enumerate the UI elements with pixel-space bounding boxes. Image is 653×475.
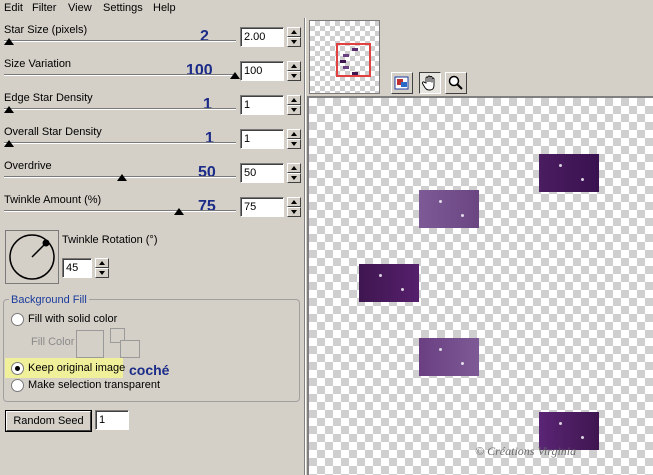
purple-tile: [359, 264, 419, 302]
param-row: Overdrive 50 50: [0, 160, 305, 194]
param-annotation: 2: [200, 28, 209, 45]
rotation-spinner[interactable]: [95, 258, 109, 278]
make-transparent-label: Make selection transparent: [28, 379, 161, 391]
param-annotation: 1: [203, 96, 212, 113]
param-annotation: 50: [198, 164, 216, 181]
param-spinner[interactable]: [287, 197, 301, 217]
menu-edit[interactable]: Edit: [4, 2, 23, 14]
purple-tile: [419, 190, 479, 228]
param-annotation: 75: [198, 198, 216, 215]
magnifier-icon: [448, 75, 463, 90]
zoom-tool-button[interactable]: [445, 72, 467, 94]
param-row: Edge Star Density 1 1: [0, 92, 305, 126]
fill-solid-label: Fill with solid color: [28, 313, 118, 325]
spin-up-button[interactable]: [287, 61, 301, 71]
param-value-input[interactable]: 1: [240, 95, 284, 115]
param-spinner[interactable]: [287, 61, 301, 81]
param-row: Size Variation 100 100: [0, 58, 305, 92]
param-annotation: 1: [205, 130, 214, 147]
param-spinner[interactable]: [287, 163, 301, 183]
preview-canvas[interactable]: © Créations Virginia: [307, 96, 653, 475]
param-label: Twinkle Amount (%): [4, 194, 102, 206]
param-value-input[interactable]: 75: [240, 197, 284, 217]
param-slider-thumb[interactable]: [4, 140, 14, 147]
dial-icon: [9, 234, 55, 280]
random-seed-button[interactable]: Random Seed: [6, 411, 91, 431]
panel-divider: [304, 18, 306, 475]
param-spinner[interactable]: [287, 129, 301, 149]
menu-filter[interactable]: Filter: [32, 2, 56, 14]
rotation-input[interactable]: 45: [62, 258, 92, 278]
spin-down-button[interactable]: [287, 71, 301, 81]
spin-up-button[interactable]: [287, 129, 301, 139]
param-slider-thumb[interactable]: [4, 106, 14, 113]
param-label: Overall Star Density: [4, 126, 102, 138]
pan-tool-button[interactable]: [419, 72, 441, 94]
param-slider-thumb[interactable]: [173, 208, 184, 215]
param-slider-track[interactable]: [4, 74, 236, 76]
param-label: Overdrive: [4, 160, 52, 172]
spin-down-button[interactable]: [287, 173, 301, 183]
param-value-input[interactable]: 100: [240, 61, 284, 81]
make-transparent-radio[interactable]: [11, 379, 24, 392]
spin-up-button[interactable]: [287, 197, 301, 207]
spin-up-button[interactable]: [287, 27, 301, 37]
param-label: Size Variation: [4, 58, 72, 70]
spin-up-button[interactable]: [287, 95, 301, 105]
keep-original-radio[interactable]: [11, 362, 24, 375]
param-slider-track[interactable]: [4, 142, 236, 144]
param-row: Star Size (pixels) 2 2.00: [0, 24, 305, 58]
menu-view[interactable]: View: [68, 2, 92, 14]
rotation-label: Twinkle Rotation (°): [62, 234, 158, 246]
background-fill-title: Background Fill: [9, 294, 89, 306]
menu-bar: Edit Filter View Settings Help: [0, 0, 653, 18]
purple-tile: [539, 154, 599, 192]
purple-tile: [419, 338, 479, 376]
param-value-input[interactable]: 2.00: [240, 27, 284, 47]
param-slider-track[interactable]: [4, 210, 236, 212]
param-slider-track[interactable]: [4, 108, 236, 110]
param-slider-thumb[interactable]: [117, 174, 127, 181]
keep-original-annotation: coché: [129, 362, 170, 378]
param-row: Twinkle Amount (%) 75 75: [0, 194, 305, 228]
preview-icon: [394, 76, 409, 90]
spin-up-button[interactable]: [287, 163, 301, 173]
param-row: Overall Star Density 1 1: [0, 126, 305, 160]
spin-down-button[interactable]: [287, 37, 301, 47]
rotation-dial[interactable]: [5, 230, 59, 284]
spin-down-button[interactable]: [287, 139, 301, 149]
param-value-input[interactable]: 50: [240, 163, 284, 183]
spin-up-button[interactable]: [95, 258, 109, 268]
spin-down-button[interactable]: [95, 268, 109, 278]
navigator-thumbnail[interactable]: [309, 20, 380, 94]
hand-icon: [421, 75, 435, 91]
fill-color-swatch[interactable]: [76, 330, 104, 358]
menu-help[interactable]: Help: [153, 2, 176, 14]
param-label: Star Size (pixels): [4, 24, 88, 36]
watermark: © Créations Virginia: [475, 444, 577, 458]
param-label: Edge Star Density: [4, 92, 93, 104]
spin-down-button[interactable]: [287, 105, 301, 115]
param-spinner[interactable]: [287, 95, 301, 115]
menu-settings[interactable]: Settings: [103, 2, 143, 14]
param-value-input[interactable]: 1: [240, 129, 284, 149]
param-slider-thumb[interactable]: [230, 72, 240, 79]
preview-toggle-button[interactable]: [391, 72, 413, 94]
fill-color-swatch-back: [120, 340, 140, 358]
param-slider-track[interactable]: [4, 40, 236, 42]
param-slider-thumb[interactable]: [4, 38, 14, 45]
random-seed-input[interactable]: 1: [95, 410, 129, 430]
fill-color-label: Fill Color: [31, 336, 75, 348]
spin-down-button[interactable]: [287, 207, 301, 217]
param-annotation: 100: [186, 62, 213, 79]
fill-solid-radio[interactable]: [11, 313, 24, 326]
keep-original-label: Keep original image: [28, 362, 126, 374]
param-spinner[interactable]: [287, 27, 301, 47]
